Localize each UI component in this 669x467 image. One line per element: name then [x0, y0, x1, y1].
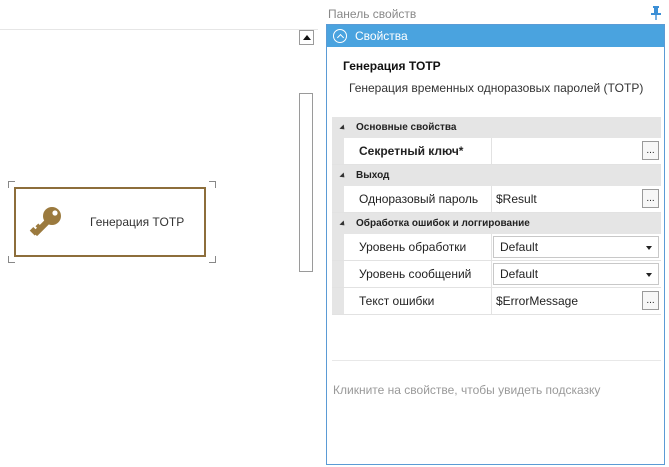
activity-name: Генерация TOTP — [343, 59, 441, 73]
collapse-triangle-icon[interactable] — [339, 123, 347, 132]
message-level-select[interactable]: Default — [493, 263, 659, 285]
message-level-field[interactable]: Default — [492, 261, 661, 287]
designer-canvas[interactable]: Генерация TOTP — [0, 0, 318, 467]
collapse-triangle-icon[interactable] — [339, 219, 347, 228]
error-text-field[interactable]: $ErrorMessage ... — [492, 288, 661, 314]
activity-description: Генерация временных одноразовых паролей … — [349, 81, 644, 95]
row-gutter — [332, 234, 344, 260]
scroll-up-button[interactable] — [299, 30, 314, 45]
handling-level-field[interactable]: Default — [492, 234, 661, 260]
property-name: Уровень сообщений — [344, 261, 492, 287]
activity-label: Генерация TOTP — [90, 215, 185, 229]
category-main-properties[interactable]: Основные свойства — [332, 117, 661, 138]
activity-generate-totp[interactable]: Генерация TOTP — [14, 187, 206, 257]
property-grid: Основные свойства Секретный ключ* ... Вы… — [332, 117, 661, 315]
property-name: Текст ошибки — [344, 288, 492, 314]
ellipsis-button[interactable]: ... — [642, 189, 659, 208]
property-row-one-time-password[interactable]: Одноразовый пароль $Result ... — [332, 186, 661, 213]
selection-corner — [8, 256, 15, 263]
row-gutter — [332, 186, 344, 212]
secret-key-field[interactable]: ... — [492, 138, 661, 164]
property-name: Уровень обработки — [344, 234, 492, 260]
chevron-down-icon[interactable] — [646, 273, 652, 277]
arrow-up-icon — [302, 35, 311, 40]
handling-level-select[interactable]: Default — [493, 236, 659, 258]
category-label: Обработка ошибок и логгирование — [356, 218, 530, 229]
select-value: Default — [500, 240, 539, 254]
canvas-top-divider — [0, 29, 318, 30]
property-name: Одноразовый пароль — [344, 186, 492, 212]
property-row-error-text[interactable]: Текст ошибки $ErrorMessage ... — [332, 288, 661, 315]
property-row-secret-key[interactable]: Секретный ключ* ... — [332, 138, 661, 165]
collapse-triangle-icon[interactable] — [339, 171, 347, 180]
row-gutter — [332, 288, 344, 314]
ellipsis-button[interactable]: ... — [642, 141, 659, 160]
property-row-handling-level[interactable]: Уровень обработки Default — [332, 234, 661, 261]
row-gutter — [332, 261, 344, 287]
category-label: Выход — [356, 170, 390, 181]
vertical-scrollbar[interactable] — [299, 93, 313, 272]
key-icon — [29, 207, 61, 236]
property-hint: Кликните на свойстве, чтобы увидеть подс… — [333, 383, 601, 397]
ellipsis-button[interactable]: ... — [642, 291, 659, 310]
property-name: Секретный ключ* — [344, 138, 492, 164]
properties-header-label: Свойства — [355, 29, 408, 43]
category-output[interactable]: Выход — [332, 165, 661, 186]
hint-divider — [332, 360, 661, 361]
chevron-down-icon[interactable] — [646, 246, 652, 250]
property-row-message-level[interactable]: Уровень сообщений Default — [332, 261, 661, 288]
properties-header[interactable]: Свойства — [327, 25, 664, 47]
selection-corner — [209, 256, 216, 263]
property-value: $ErrorMessage — [496, 294, 579, 308]
properties-panel: Свойства Генерация TOTP Генерация времен… — [326, 24, 665, 465]
select-value: Default — [500, 267, 539, 281]
category-label: Основные свойства — [356, 122, 457, 133]
row-gutter — [332, 138, 344, 164]
pin-icon[interactable] — [650, 6, 662, 20]
panel-window-title: Панель свойств — [328, 7, 417, 21]
one-time-password-field[interactable]: $Result ... — [492, 186, 661, 212]
category-error-handling[interactable]: Обработка ошибок и логгирование — [332, 213, 661, 234]
selection-corner — [209, 181, 216, 188]
property-value: $Result — [496, 192, 537, 206]
chevron-up-icon[interactable] — [333, 29, 347, 43]
